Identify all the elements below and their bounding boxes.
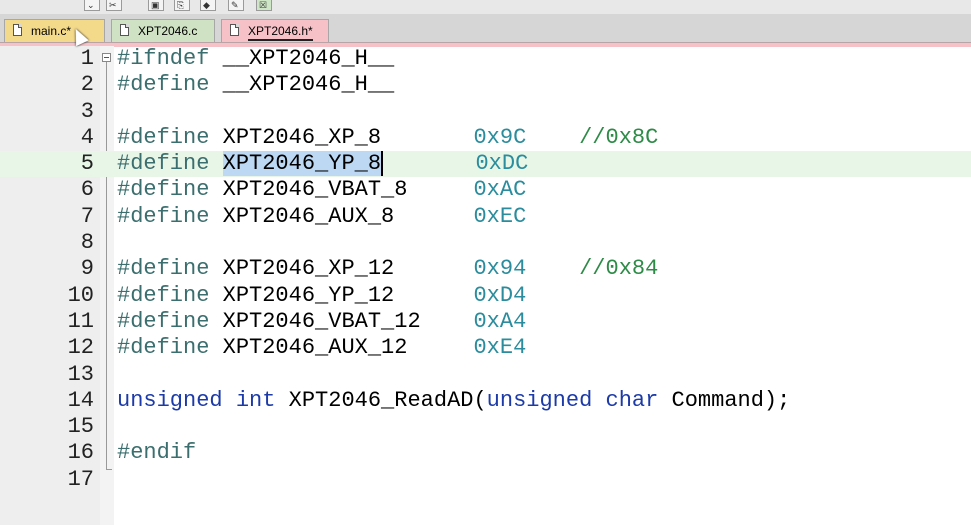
tab-xpt2046-h[interactable]: XPT2046.h*	[221, 19, 329, 42]
tab-label: XPT2046.h*	[248, 24, 313, 41]
window-icon[interactable]: ▣	[148, 0, 164, 11]
code-line: 14 unsigned int XPT2046_ReadAD(unsigned …	[0, 388, 971, 414]
code-line: 6 #define XPT2046_VBAT_8 0xAC	[0, 177, 971, 203]
hex-value: 0xDC	[475, 151, 529, 177]
directive: #ifndef	[117, 46, 210, 71]
parameter: Command);	[658, 387, 791, 413]
keyword: unsigned	[117, 387, 223, 413]
line-number: 6	[80, 177, 94, 203]
directive: #define	[117, 308, 210, 334]
code-line: 2 #define __XPT2046_H__	[0, 72, 971, 98]
code-line: 15	[0, 414, 971, 440]
file-icon	[13, 24, 22, 36]
code-line: 10 #define XPT2046_YP_12 0xD4	[0, 283, 971, 309]
keyword: unsigned	[486, 387, 593, 413]
tab-label: XPT2046.c	[138, 24, 198, 38]
hex-value: 0xE4	[473, 335, 527, 361]
identifier: XPT2046_VBAT_8	[209, 177, 474, 203]
line-number: 13	[67, 361, 94, 387]
line-number: 4	[80, 124, 94, 150]
directive: #define	[117, 177, 210, 203]
keyword: int	[235, 387, 276, 413]
line-number: 14	[67, 387, 94, 413]
identifier: XPT2046_AUX_8	[209, 203, 474, 229]
line-number: 1	[80, 46, 94, 71]
directive: #define	[117, 282, 210, 308]
line-number: 9	[80, 256, 94, 282]
function-name: XPT2046_ReadAD(	[275, 387, 487, 413]
code-line: 7 #define XPT2046_AUX_8 0xEC	[0, 204, 971, 230]
line-number: 5	[80, 151, 94, 177]
check-icon[interactable]: ☒	[256, 0, 272, 11]
tab-bar: main.c* XPT2046.c XPT2046.h*	[0, 14, 971, 42]
code-line: 11 #define XPT2046_VBAT_12 0xA4	[0, 309, 971, 335]
line-number: 16	[67, 440, 94, 466]
identifier: XPT2046_XP_8	[209, 124, 474, 150]
copy-icon[interactable]: ⎘	[174, 0, 190, 11]
file-icon	[230, 24, 239, 36]
hex-value: 0x94	[473, 256, 527, 282]
code-line: 17	[0, 467, 971, 493]
line-number: 7	[80, 203, 94, 229]
code-line: 3	[0, 99, 971, 125]
settings-icon[interactable]: ✂	[106, 0, 122, 11]
tab-xpt2046-c[interactable]: XPT2046.c	[111, 19, 215, 42]
hex-value: 0xEC	[473, 203, 527, 229]
comment: //0x8C	[526, 124, 659, 150]
keyword: char	[605, 387, 659, 413]
code-line: 8	[0, 230, 971, 256]
directive: #define	[117, 151, 210, 177]
directive: #define	[117, 335, 210, 361]
line-number: 2	[80, 72, 94, 98]
directive: #endif	[117, 440, 197, 466]
hex-value: 0xA4	[473, 308, 527, 334]
code-line: 13	[0, 362, 971, 388]
comment: //0x84	[526, 256, 659, 282]
line-number: 11	[67, 308, 94, 334]
pin-icon[interactable]: ✎	[228, 0, 244, 11]
file-icon	[120, 24, 129, 36]
toolbar: ⌄ ✂ ▣ ⎘ ◆ ✎ ☒	[0, 0, 971, 15]
identifier: XPT2046_YP_12	[209, 282, 474, 308]
line-number: 3	[80, 98, 94, 124]
dropdown-arrow-icon[interactable]: ⌄	[84, 0, 100, 11]
identifier: XPT2046_AUX_12	[209, 335, 474, 361]
diamond-icon[interactable]: ◆	[200, 0, 216, 11]
code-line: 1 #ifndef __XPT2046_H__	[0, 46, 971, 72]
code-line: 9 #define XPT2046_XP_12 0x94 //0x84	[0, 256, 971, 282]
hex-value: 0xD4	[473, 282, 527, 308]
code-line: 16 #endif	[0, 440, 971, 466]
directive: #define	[117, 124, 210, 150]
hex-value: 0xAC	[473, 177, 527, 203]
selected-identifier: XPT2046_YP_8	[222, 151, 384, 177]
identifier: __XPT2046_H__	[209, 72, 395, 98]
directive: #define	[117, 256, 210, 282]
line-number: 8	[80, 230, 94, 256]
directive: #define	[117, 203, 210, 229]
directive: #define	[117, 72, 210, 98]
identifier: XPT2046_VBAT_12	[209, 308, 474, 334]
line-number: 15	[67, 414, 94, 440]
tab-main-c[interactable]: main.c*	[4, 19, 105, 42]
line-number: 12	[67, 335, 94, 361]
code-line: 12 #define XPT2046_AUX_12 0xE4	[0, 335, 971, 361]
hex-value: 0x9C	[473, 124, 527, 150]
code-editor[interactable]: 1 #ifndef __XPT2046_H__ 2 #define __XPT2…	[0, 46, 971, 493]
tab-label: main.c*	[31, 24, 72, 38]
line-number: 17	[67, 466, 94, 492]
code-line-current: 5 #define XPT2046_YP_8 0xDC	[0, 151, 971, 178]
code-line: 4 #define XPT2046_XP_8 0x9C //0x8C	[0, 125, 971, 151]
identifier: XPT2046_XP_12	[209, 256, 474, 282]
identifier: __XPT2046_H__	[209, 46, 395, 71]
line-number: 10	[67, 282, 94, 308]
